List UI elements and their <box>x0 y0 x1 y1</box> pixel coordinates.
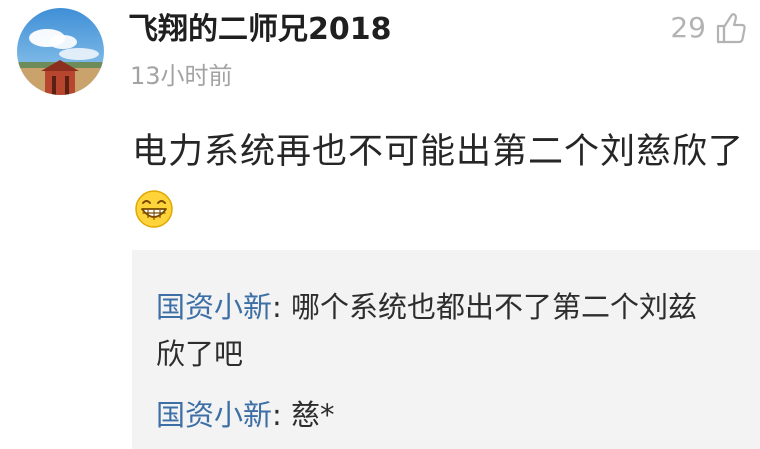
reply-item[interactable]: 国资小新: 哪个系统也都出不了第二个刘兹欣了吧 <box>156 284 726 378</box>
reply-text: 慈* <box>291 398 335 432</box>
reply-author[interactable]: 国资小新 <box>156 398 272 432</box>
comment-text: 电力系统再也不可能出第二个刘慈欣了 <box>132 124 747 247</box>
comment-timestamp: 13小时前 <box>130 62 233 90</box>
reply-item[interactable]: 国资小新: 慈* <box>156 392 726 439</box>
reply-author[interactable]: 国资小新 <box>156 290 272 324</box>
comment-body: 电力系统再也不可能出第二个刘慈欣了 <box>132 132 745 172</box>
comment-card: 飞翔的二师兄2018 13小时前 29 电力系统再也不可能出第二个刘慈欣了 国资… <box>0 0 760 449</box>
grinning-face-icon <box>134 189 174 247</box>
avatar[interactable] <box>17 8 104 95</box>
avatar-landscape-image <box>17 8 104 95</box>
reply-separator: : <box>272 290 292 324</box>
thumbs-up-icon[interactable] <box>714 11 748 45</box>
reply-separator: : <box>272 398 292 432</box>
like-count: 29 <box>670 11 706 44</box>
username[interactable]: 飞翔的二师兄2018 <box>128 10 392 50</box>
reply-list[interactable]: 国资小新: 哪个系统也都出不了第二个刘兹欣了吧 国资小新: 慈* <box>132 250 760 449</box>
like-button[interactable]: 29 <box>670 8 748 48</box>
